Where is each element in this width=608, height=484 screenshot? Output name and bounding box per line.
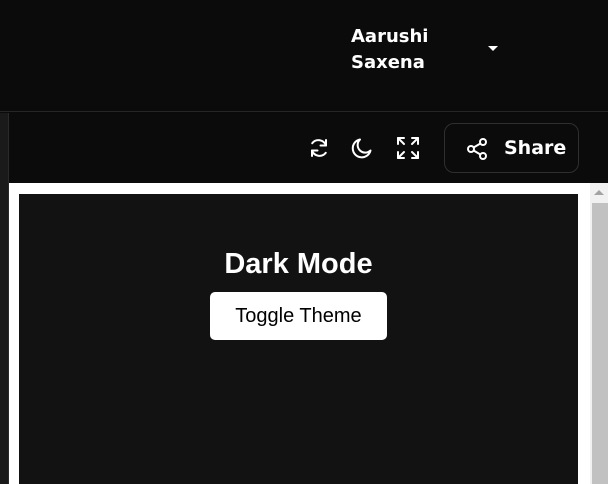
left-sidebar-edge — [0, 113, 9, 484]
expand-icon[interactable] — [395, 135, 421, 161]
preview-frame: Dark Mode Toggle Theme — [9, 183, 608, 484]
user-name[interactable]: Aarushi Saxena — [351, 24, 461, 76]
scrollbar-thumb[interactable] — [592, 203, 608, 484]
preview-scrollbar[interactable] — [590, 183, 608, 484]
scroll-up-arrow-icon[interactable] — [594, 190, 604, 195]
refresh-icon[interactable] — [306, 135, 332, 161]
preview-content: Dark Mode Toggle Theme — [19, 194, 578, 484]
top-header: Aarushi Saxena — [0, 0, 608, 112]
page-title: Dark Mode — [224, 248, 373, 280]
user-menu-caret-icon[interactable] — [488, 46, 498, 51]
share-button[interactable]: Share — [444, 123, 579, 173]
moon-icon[interactable] — [349, 135, 375, 161]
share-icon — [465, 137, 489, 161]
toggle-theme-button[interactable]: Toggle Theme — [210, 292, 387, 340]
preview-toolbar: Share — [9, 113, 608, 183]
share-label: Share — [504, 137, 567, 159]
